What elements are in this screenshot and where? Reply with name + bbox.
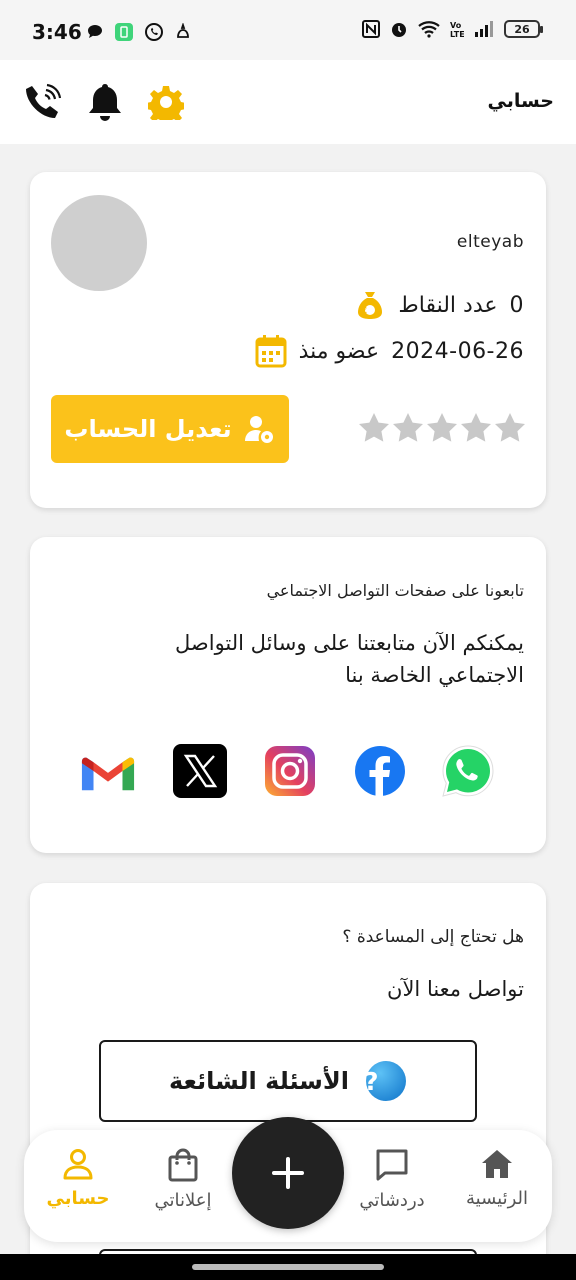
social-links	[80, 743, 500, 799]
star-icon	[427, 413, 457, 442]
phone-button[interactable]	[20, 80, 64, 124]
instagram-icon	[265, 746, 315, 796]
svg-text:?: ?	[365, 1067, 379, 1096]
nav-item-home[interactable]: الرئيسية	[447, 1148, 547, 1209]
volte-icon: VoLTE	[450, 21, 464, 38]
points-label: عدد النقاط	[398, 292, 498, 318]
star-icon	[461, 413, 491, 442]
battery-indicator: 26	[504, 20, 543, 38]
money-bag-icon: €	[358, 292, 383, 319]
nav-label-ads: إعلاناتي	[154, 1190, 212, 1211]
gmail-link[interactable]	[80, 743, 136, 799]
nfc-icon	[362, 20, 380, 38]
avatar[interactable]	[51, 195, 147, 291]
signal-icon	[475, 21, 493, 37]
faq-button[interactable]: ? الأسئلة الشائعة	[99, 1040, 477, 1122]
notifications-button[interactable]	[83, 80, 127, 124]
star-icon	[495, 413, 525, 442]
chat-bubble-icon	[88, 25, 102, 38]
nav-label-chats: دردشاتي	[359, 1190, 425, 1211]
nav-item-ads[interactable]: إعلاناتي	[133, 1148, 233, 1211]
notification-icon	[177, 23, 189, 38]
facebook-link[interactable]	[352, 743, 408, 799]
x-link[interactable]	[172, 743, 228, 799]
help-subtitle: هل تحتاج إلى المساعدة ؟	[342, 927, 524, 947]
user-settings-icon	[244, 416, 273, 443]
whatsapp-icon	[145, 23, 163, 41]
rating-stars	[358, 412, 526, 444]
username: elteyab	[456, 232, 524, 252]
question-icon: ?	[365, 1061, 406, 1101]
person-icon	[63, 1149, 93, 1180]
social-text: يمكنكم الآن متابعتنا على وسائل التواصل ا…	[175, 631, 524, 687]
plus-icon	[272, 1157, 304, 1189]
nav-label-account: حسابي	[46, 1188, 110, 1209]
settings-button[interactable]	[144, 80, 188, 124]
sim-card-icon	[115, 23, 133, 41]
home-icon	[482, 1150, 512, 1178]
status-right-icons: Vo LTE 26	[362, 20, 543, 38]
home-indicator[interactable]	[192, 1264, 384, 1270]
points-value: 0	[509, 292, 524, 318]
alarm-icon	[392, 23, 406, 37]
shopping-bag-icon	[168, 1148, 198, 1182]
nav-label-home: الرئيسية	[466, 1188, 528, 1209]
help-title: تواصل معنا الآن	[387, 977, 524, 1001]
wifi-icon	[418, 21, 440, 38]
nav-item-chats[interactable]: دردشاتي	[342, 1148, 442, 1211]
points-row: € عدد النقاط 0	[354, 289, 524, 321]
x-icon	[173, 744, 227, 798]
bell-icon	[89, 84, 121, 121]
svg-text:Vo: Vo	[450, 21, 462, 30]
chat-icon	[376, 1149, 408, 1181]
svg-text:€: €	[360, 307, 367, 317]
faq-label: الأسئلة الشائعة	[169, 1067, 349, 1095]
member-since-value: 2024-06-26	[391, 338, 524, 364]
page-title: حسابي	[487, 90, 554, 112]
social-subtitle: تابعونا على صفحات التواصل الاجتماعي	[266, 581, 524, 600]
facebook-icon	[355, 746, 405, 796]
edit-account-label: تعديل الحساب	[64, 415, 232, 443]
system-nav-bar	[0, 1254, 576, 1280]
battery-level: 26	[514, 22, 530, 36]
calendar-icon	[255, 335, 287, 368]
status-time: 3:46	[32, 20, 82, 44]
phone-icon	[26, 83, 62, 118]
svg-text:LTE: LTE	[450, 30, 464, 38]
member-since-label: عضو منذ	[298, 338, 380, 364]
status-left-icons	[86, 22, 192, 42]
status-bar: 3:46 Vo LTE 26	[0, 0, 576, 60]
whatsapp-link[interactable]	[440, 743, 496, 799]
profile-card: elteyab € عدد النقاط 0 عضو منذ 2024-06-2…	[30, 172, 546, 508]
edit-account-button[interactable]: تعديل الحساب	[51, 395, 289, 463]
star-icon	[393, 413, 423, 442]
member-since-row: عضو منذ 2024-06-26	[255, 334, 524, 368]
add-ad-button[interactable]	[232, 1117, 344, 1229]
gear-icon	[148, 86, 184, 120]
social-card: تابعونا على صفحات التواصل الاجتماعي يمكن…	[30, 537, 546, 853]
gmail-icon	[81, 757, 135, 791]
star-icon	[359, 413, 389, 442]
instagram-link[interactable]	[262, 743, 318, 799]
app-bar: حسابي	[0, 60, 576, 144]
whatsapp-icon	[442, 745, 494, 797]
nav-item-account[interactable]: حسابي	[28, 1148, 128, 1209]
